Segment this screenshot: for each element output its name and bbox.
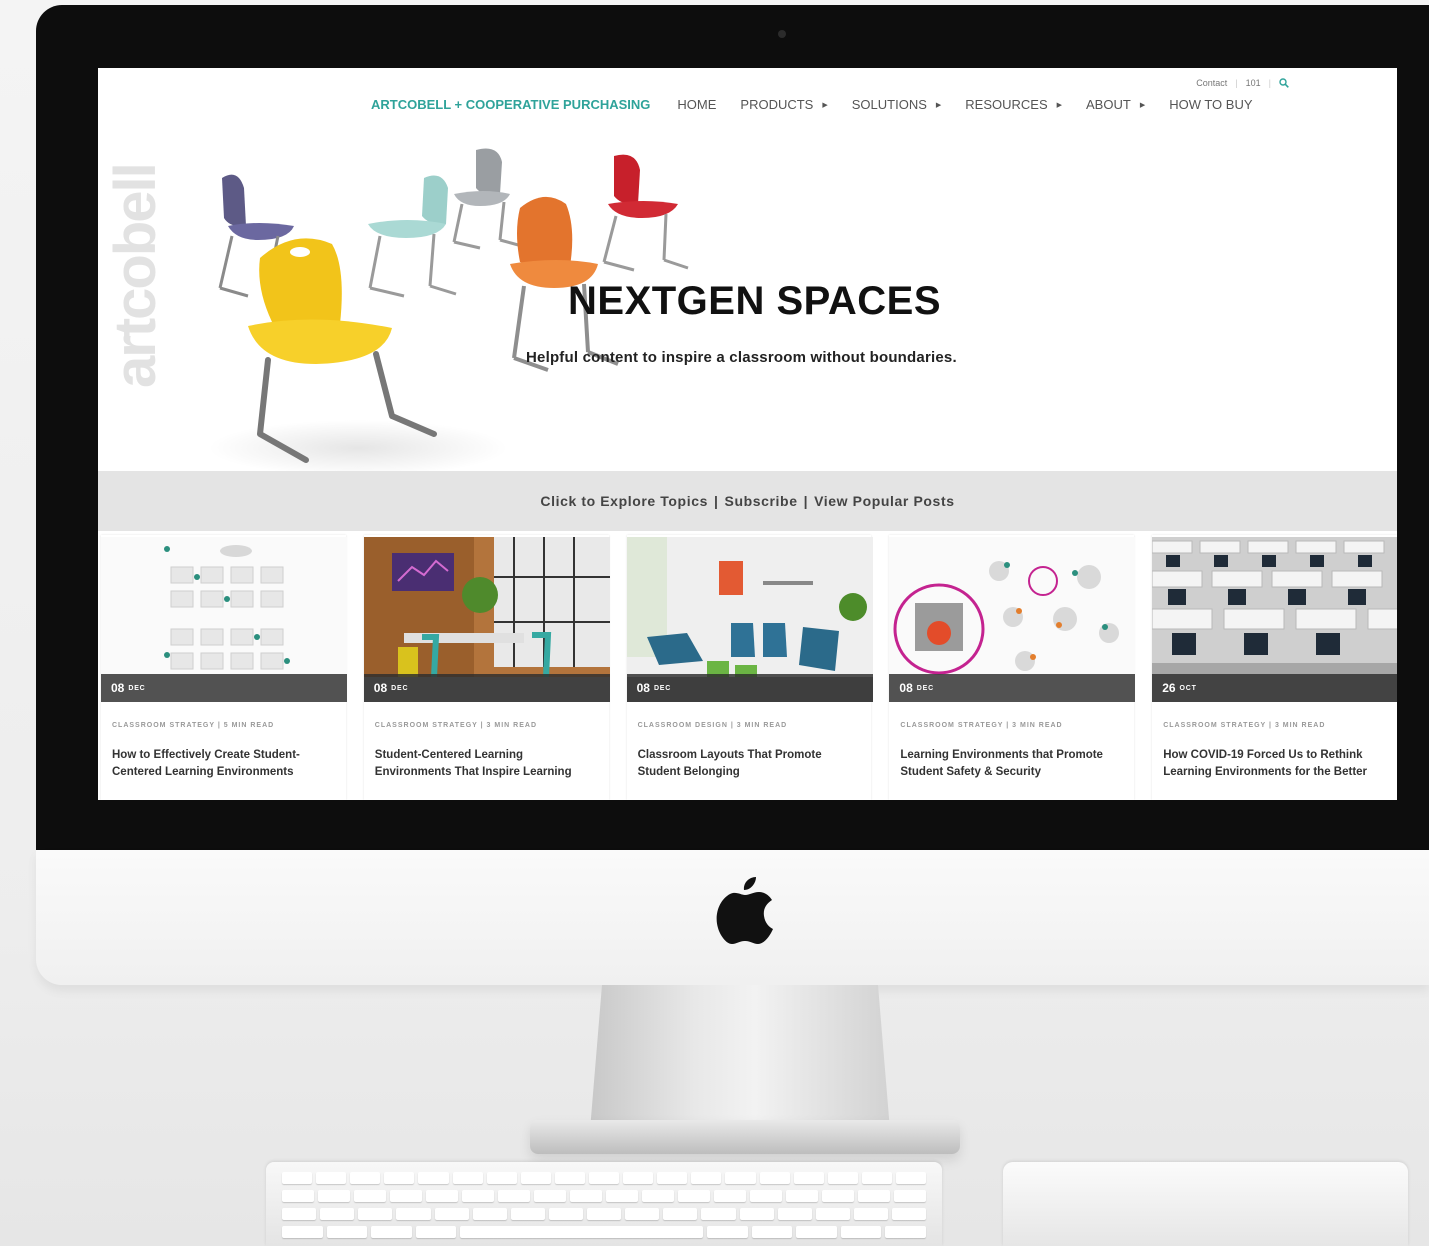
contact-link[interactable]: Contact bbox=[1196, 78, 1227, 88]
explore-separator: | bbox=[803, 493, 809, 509]
nav-item-resources[interactable]: RESOURCES ▶ bbox=[965, 97, 1062, 112]
caret-down-icon: ▶ bbox=[935, 101, 942, 109]
card-meta: CLASSROOM STRATEGY | 3 MIN READ bbox=[1163, 722, 1326, 729]
vertical-logo[interactable]: artcobell bbox=[106, 68, 166, 388]
card-title-link[interactable]: Student-Centered Learning Environments T… bbox=[375, 747, 603, 781]
date-month: DEC bbox=[916, 684, 934, 692]
explore-topics-link[interactable]: Click to Explore Topics bbox=[540, 493, 708, 509]
card-title-link[interactable]: Learning Environments that Promote Stude… bbox=[900, 747, 1128, 781]
trackpad bbox=[1003, 1162, 1408, 1246]
caret-down-icon: ▶ bbox=[1056, 101, 1063, 109]
main-nav: ARTCOBELL + COOPERATIVE PURCHASING HOME … bbox=[371, 97, 1253, 112]
utility-separator: | bbox=[1235, 78, 1238, 88]
subscribe-link[interactable]: Subscribe bbox=[725, 493, 798, 509]
blog-card-list: 08 DEC CLASSROOM STRATEGY | 5 MIN READ H… bbox=[101, 535, 1397, 800]
date-day: 08 bbox=[899, 681, 913, 695]
nav-item-label: HOME bbox=[677, 97, 717, 112]
utility-separator: | bbox=[1268, 78, 1271, 88]
nav-item-label: SOLUTIONS bbox=[851, 97, 927, 112]
explore-separator: | bbox=[713, 493, 719, 509]
browser-screen: artcobell Contact | 101 | ARTCOBELL + CO… bbox=[98, 68, 1397, 800]
card-title-link[interactable]: How to Effectively Create Student-Center… bbox=[112, 747, 340, 781]
hero-title: NEXTGEN SPACES bbox=[568, 279, 941, 323]
apple-logo-icon bbox=[716, 877, 773, 944]
nav-item-about[interactable]: ABOUT ▶ bbox=[1086, 97, 1145, 112]
date-month: DEC bbox=[391, 684, 409, 692]
nav-item-solutions[interactable]: SOLUTIONS ▶ bbox=[852, 97, 942, 112]
popular-posts-link[interactable]: View Popular Posts bbox=[814, 493, 954, 509]
date-day: 26 bbox=[1162, 681, 1176, 695]
hero-subtitle: Helpful content to inspire a classroom w… bbox=[526, 349, 957, 366]
utility-number[interactable]: 101 bbox=[1246, 78, 1261, 88]
date-badge: 26 OCT bbox=[1152, 674, 1397, 702]
camera-dot bbox=[778, 30, 786, 38]
date-month: DEC bbox=[128, 684, 146, 692]
nav-item-label: PRODUCTS bbox=[740, 97, 814, 112]
search-icon[interactable] bbox=[1279, 78, 1289, 88]
utility-bar: Contact | 101 | bbox=[1196, 78, 1289, 88]
blog-card[interactable]: 08 DEC CLASSROOM STRATEGY | 5 MIN READ H… bbox=[101, 535, 347, 800]
blog-card[interactable]: 08 DEC CLASSROOM STRATEGY | 3 MIN READ L… bbox=[889, 535, 1136, 800]
card-meta: CLASSROOM STRATEGY | 5 MIN READ bbox=[112, 722, 275, 729]
date-badge: 08 DEC bbox=[101, 674, 347, 702]
keyboard bbox=[266, 1162, 942, 1246]
imac-stand-neck bbox=[590, 985, 890, 1130]
nav-item-how-to-buy[interactable]: HOW TO BUY bbox=[1169, 97, 1252, 112]
nav-item-home[interactable]: HOME bbox=[677, 97, 716, 112]
nav-brand-link[interactable]: ARTCOBELL + COOPERATIVE PURCHASING bbox=[371, 97, 650, 112]
date-day: 08 bbox=[636, 681, 650, 695]
date-badge: 08 DEC bbox=[626, 674, 873, 702]
nav-item-label: ABOUT bbox=[1086, 97, 1131, 112]
date-badge: 08 DEC bbox=[363, 674, 610, 702]
imac-stand-base bbox=[530, 1120, 960, 1154]
caret-down-icon: ▶ bbox=[1139, 101, 1146, 109]
blog-card[interactable]: 08 DEC CLASSROOM STRATEGY | 3 MIN READ S… bbox=[363, 535, 610, 800]
nav-item-products[interactable]: PRODUCTS ▶ bbox=[740, 97, 827, 112]
blog-card[interactable]: 08 DEC CLASSROOM DESIGN | 3 MIN READ Cla… bbox=[626, 535, 873, 800]
explore-bar: Click to Explore Topics | Subscribe | Vi… bbox=[98, 471, 1397, 531]
caret-down-icon: ▶ bbox=[822, 101, 828, 109]
card-meta: CLASSROOM STRATEGY | 3 MIN READ bbox=[374, 722, 538, 729]
card-title-link[interactable]: How COVID-19 Forced Us to Rethink Learni… bbox=[1163, 747, 1391, 781]
vertical-logo-text: artcobell bbox=[106, 164, 166, 388]
blog-card[interactable]: 26 OCT CLASSROOM STRATEGY | 3 MIN READ H… bbox=[1152, 535, 1397, 800]
date-month: DEC bbox=[653, 684, 672, 692]
nav-item-label: HOW TO BUY bbox=[1169, 97, 1253, 112]
card-title-link[interactable]: Classroom Layouts That Promote Student B… bbox=[638, 747, 866, 781]
date-month: OCT bbox=[1179, 684, 1197, 692]
nav-item-label: RESOURCES bbox=[965, 97, 1048, 112]
date-day: 08 bbox=[111, 681, 125, 695]
card-meta: CLASSROOM STRATEGY | 3 MIN READ bbox=[900, 722, 1063, 729]
date-day: 08 bbox=[373, 681, 388, 695]
date-badge: 08 DEC bbox=[889, 674, 1136, 702]
card-meta: CLASSROOM DESIGN | 3 MIN READ bbox=[637, 722, 788, 729]
